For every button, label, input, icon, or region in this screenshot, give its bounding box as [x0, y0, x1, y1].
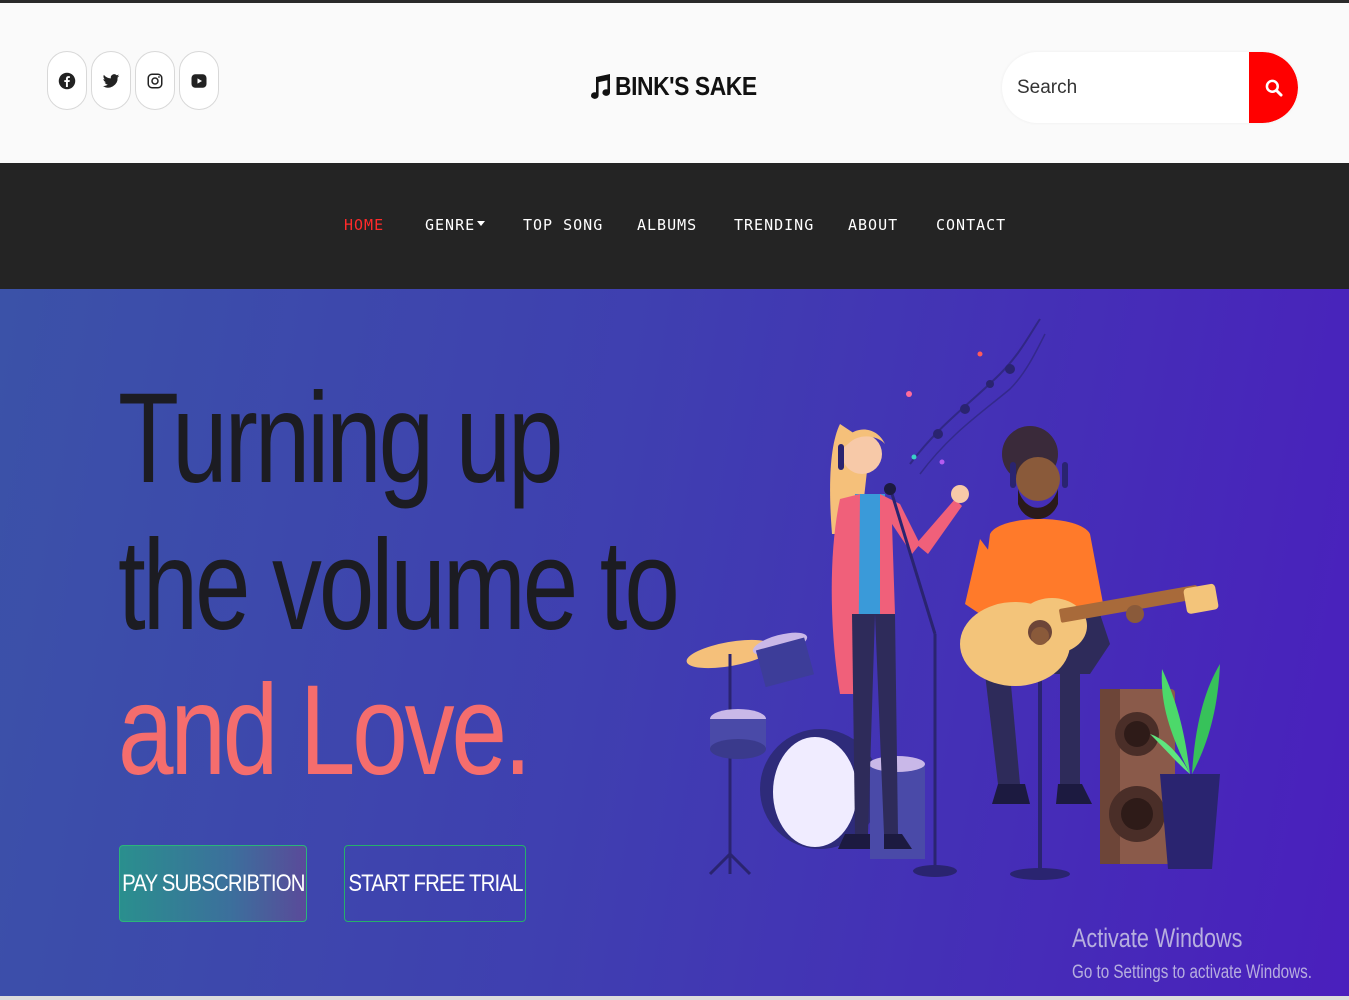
youtube-link[interactable]	[179, 51, 219, 110]
caret-down-icon	[477, 221, 486, 226]
pay-subscription-button[interactable]: PAY SUBSCRIBTION	[119, 845, 307, 922]
activate-windows-watermark: Activate Windows Go to Settings to activ…	[1072, 923, 1349, 984]
nav-item-home[interactable]: HOME	[344, 216, 384, 234]
nav-item-contact[interactable]: CONTACT	[936, 216, 1006, 234]
search-button[interactable]	[1249, 52, 1298, 123]
nav-item-genre[interactable]: GENRE	[425, 216, 486, 234]
search-input[interactable]	[1002, 52, 1249, 123]
nav-item-albums[interactable]: ALBUMS	[637, 216, 697, 234]
music-note-icon	[591, 73, 611, 99]
nav-item-trending[interactable]: TRENDING	[734, 216, 814, 234]
hero-headline-highlight: and Love.	[118, 659, 532, 802]
instagram-link[interactable]	[135, 51, 175, 110]
site-logo[interactable]: BINK'S SAKE	[588, 71, 776, 102]
site-header: BINK'S SAKE	[0, 3, 1349, 163]
watermark-title: Activate Windows	[1072, 923, 1243, 953]
watermark-subtitle: Go to Settings to activate Windows.	[1072, 962, 1312, 983]
start-free-trial-label: START FREE TRIAL	[347, 869, 523, 897]
hero-headline-line2: the volume to	[118, 514, 680, 657]
bottom-border	[0, 996, 1349, 1000]
social-links	[47, 51, 219, 110]
instagram-icon	[147, 73, 163, 88]
musicians-illustration	[686, 318, 1220, 880]
nav-item-top-song[interactable]: TOP SONG	[523, 216, 603, 234]
twitter-link[interactable]	[91, 51, 131, 110]
facebook-link[interactable]	[47, 51, 87, 110]
search-box	[1002, 52, 1298, 123]
hero-section: Turning up the volume to and Love. PAY S…	[0, 289, 1349, 1000]
youtube-icon	[191, 73, 207, 88]
start-free-trial-button[interactable]: START FREE TRIAL	[344, 845, 526, 922]
facebook-icon	[58, 72, 76, 89]
pay-subscription-label: PAY SUBSCRIBTION	[121, 869, 305, 897]
nav-item-genre-label: GENRE	[425, 216, 476, 234]
nav-item-about[interactable]: ABOUT	[848, 216, 898, 234]
twitter-icon	[102, 73, 120, 88]
hero-headline-line1: Turning up	[118, 367, 564, 510]
main-nav: HOME GENRE TOP SONG ALBUMS TRENDING ABOU…	[0, 163, 1349, 289]
search-icon	[1265, 79, 1283, 97]
logo-text: BINK'S SAKE	[615, 71, 757, 101]
